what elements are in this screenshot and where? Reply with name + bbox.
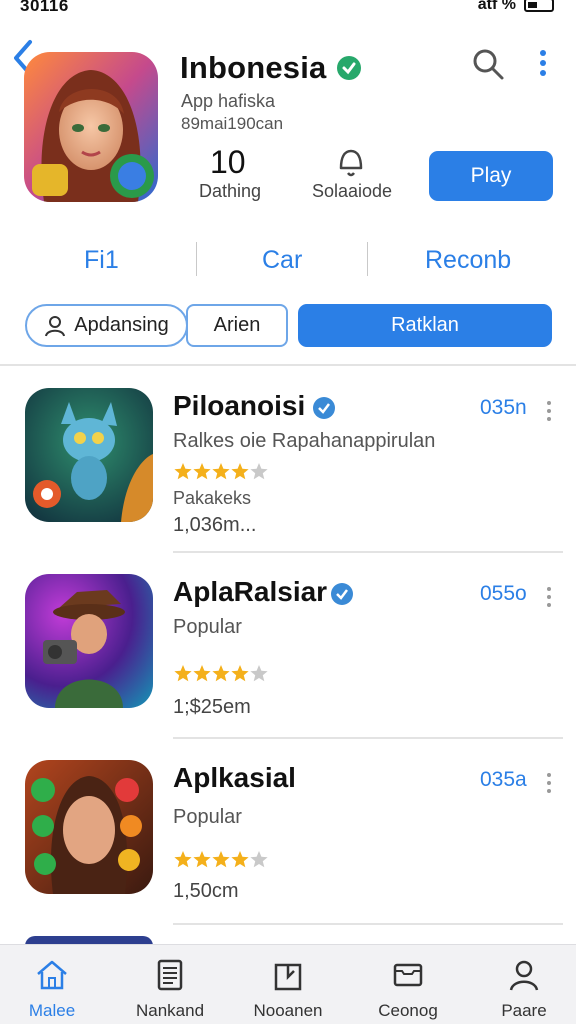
person-icon <box>45 315 66 336</box>
filter-label: Arien <box>213 314 261 336</box>
nav-label: Malee <box>28 1001 76 1020</box>
more-options-icon[interactable] <box>545 772 553 794</box>
section-divider <box>0 364 576 366</box>
app-size: 035n <box>480 396 527 419</box>
app-list-item[interactable]: Piloanoisi 035n Ralkes oie Rapahanappiru… <box>0 388 576 574</box>
filter-pill-apdansing[interactable]: Apdansing <box>25 304 188 347</box>
tab-reconb[interactable]: Reconb <box>425 246 511 275</box>
app-subtitle: Popular <box>173 806 242 828</box>
play-button[interactable]: Play <box>429 151 553 201</box>
app-subtitle: Popular <box>173 616 242 638</box>
verified-badge-icon <box>331 583 353 605</box>
row-divider <box>173 737 563 739</box>
star-icon <box>250 665 268 682</box>
person-icon <box>509 960 539 991</box>
rating-stars <box>174 665 268 682</box>
battery-icon <box>524 0 554 12</box>
row-divider <box>173 923 563 925</box>
app-subtitle: Ralkes oie Rapahanappirulan <box>173 430 436 452</box>
app-size: 035a <box>480 768 527 791</box>
nav-label: Nooanen <box>253 1001 323 1020</box>
tab-divider <box>196 242 197 276</box>
star-icon <box>212 851 230 868</box>
status-indicators: atf % <box>478 0 554 14</box>
app-meta: 89mai190can <box>181 114 284 133</box>
search-icon[interactable] <box>470 46 506 82</box>
app-thumbnail <box>25 388 153 522</box>
star-icon <box>174 463 192 480</box>
nav-item-malee[interactable]: Malee <box>2 953 102 1020</box>
stat2-label: Solaaiode <box>312 181 393 201</box>
star-icon <box>212 463 230 480</box>
app-extra-text: Pakakeks <box>173 488 252 508</box>
star-icon <box>193 665 211 682</box>
tab-bar: Fi1 Car Reconb <box>0 240 576 284</box>
bottom-nav: Malee Nankand Nooanen Ceonog Paare <box>0 944 576 1024</box>
star-icon <box>250 463 268 480</box>
more-options-icon[interactable] <box>545 586 553 608</box>
star-icon <box>174 851 192 868</box>
app-title: AplaRalsiar <box>173 576 328 607</box>
star-icon <box>231 851 249 868</box>
app-title: Aplkasial <box>173 762 296 793</box>
more-options-icon[interactable] <box>533 46 553 82</box>
nav-item-nankand[interactable]: Nankand <box>120 953 220 1020</box>
app-subtitle: App hafiska <box>181 91 276 111</box>
bell-icon[interactable] <box>334 146 368 180</box>
download-count: 1,50cm <box>173 880 239 902</box>
rating-stars <box>174 463 268 480</box>
verified-badge-icon <box>337 56 361 80</box>
tab-divider <box>367 242 368 276</box>
app-name: Inbonesia <box>180 50 327 85</box>
nav-item-nooanen[interactable]: Nooanen <box>238 953 338 1020</box>
verified-badge-icon <box>313 397 335 419</box>
download-count: 1,036m... <box>173 514 257 536</box>
download-count: 1;$25em <box>173 696 251 718</box>
clipboard-icon <box>274 963 302 991</box>
app-title: Piloanoisi <box>173 390 306 421</box>
star-icon <box>193 851 211 868</box>
tab-fi1[interactable]: Fi1 <box>84 246 119 275</box>
star-icon <box>250 851 268 868</box>
nav-label: Ceonog <box>378 1001 438 1020</box>
star-icon <box>174 665 192 682</box>
document-icon <box>157 959 183 991</box>
filter-label: Ratklan <box>391 314 459 336</box>
tab-car[interactable]: Car <box>262 246 302 275</box>
app-thumbnail <box>25 760 153 894</box>
app-size: 055o <box>480 582 527 605</box>
star-icon <box>231 463 249 480</box>
app-list-item[interactable]: Aplkasial 035a Popular 1,50cm <box>0 760 576 946</box>
nav-item-paare[interactable]: Paare <box>474 953 574 1020</box>
rating-stars <box>174 851 268 868</box>
filter-pill-ratklan[interactable]: Ratklan <box>298 304 552 347</box>
star-icon <box>231 665 249 682</box>
inbox-icon <box>393 963 423 987</box>
more-options-icon[interactable] <box>545 400 553 422</box>
app-list-item[interactable]: AplaRalsiar 055o Popular 1;$25em <box>0 574 576 760</box>
filter-label: Apdansing <box>74 314 169 336</box>
star-icon <box>193 463 211 480</box>
status-bar: 30116 atf % <box>0 0 576 20</box>
carrier-text: atf % <box>477 0 516 13</box>
app-icon <box>24 52 158 202</box>
nav-label: Nankand <box>135 1001 205 1020</box>
app-thumbnail <box>25 574 153 708</box>
status-time: 30116 <box>20 0 69 15</box>
nav-label: Paare <box>501 1001 547 1020</box>
nav-item-ceonog[interactable]: Ceonog <box>358 953 458 1020</box>
home-icon <box>37 960 67 990</box>
filter-pill-arien[interactable]: Arien <box>186 304 288 347</box>
stat-label: Dathing <box>199 181 262 201</box>
row-divider <box>173 551 563 553</box>
stat-value: 10 <box>210 144 246 180</box>
star-icon <box>212 665 230 682</box>
